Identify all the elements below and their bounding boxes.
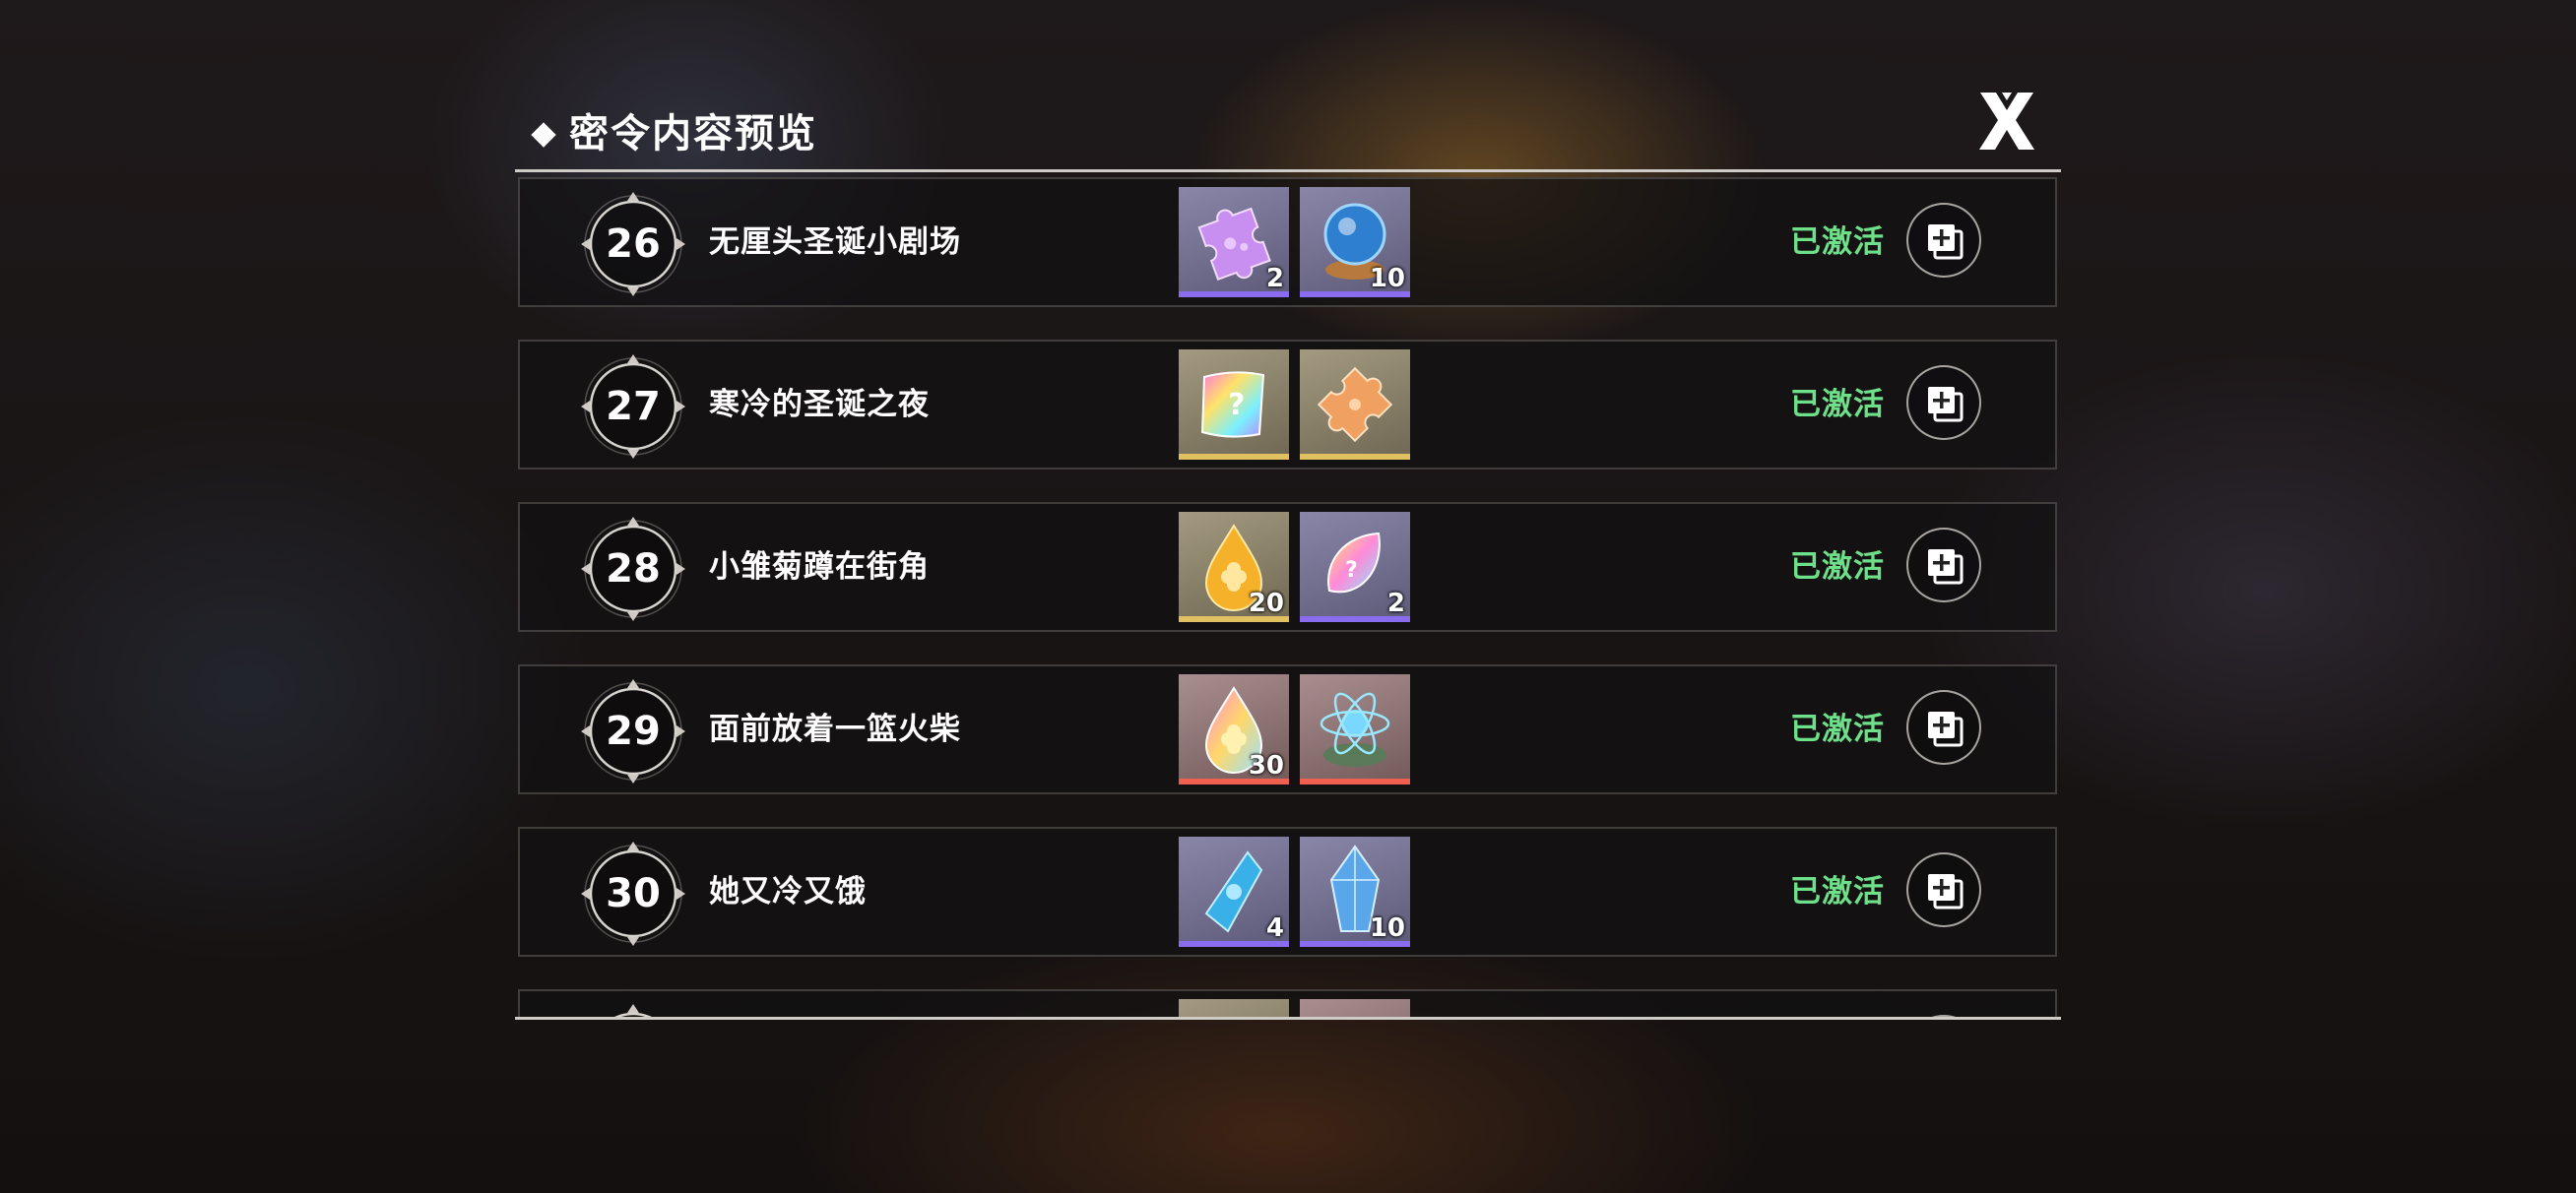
item-count: 20 bbox=[1248, 589, 1284, 618]
reward-item[interactable]: 30 bbox=[1179, 674, 1289, 785]
status-activated: 已激活 bbox=[1790, 387, 1885, 422]
status-activated: 已激活 bbox=[1790, 874, 1885, 910]
level-number: 29 bbox=[606, 709, 661, 754]
level-number: 30 bbox=[606, 871, 661, 916]
panel-header: 密令内容预览 bbox=[515, 93, 2061, 171]
add-button[interactable] bbox=[1906, 690, 1981, 765]
list-row: 28 小雏菊蹲在街角 20 ? 2 已激活 bbox=[518, 502, 2057, 632]
level-badge: 27 bbox=[581, 354, 685, 459]
rainbow-card-pack-icon: ? bbox=[1200, 371, 1265, 438]
orange-puzzle-piece-icon bbox=[1317, 366, 1393, 443]
reward-item[interactable]: 10 bbox=[1300, 187, 1410, 297]
level-badge: 30 bbox=[581, 842, 685, 946]
list-row-partial bbox=[518, 989, 2057, 1017]
panel-title: 密令内容预览 bbox=[569, 111, 817, 157]
svg-text:?: ? bbox=[1228, 388, 1245, 422]
reward-list[interactable]: 26 无厘头圣诞小剧场 2 10 已激活 27 寒冷的圣诞之夜 ? 已激活 28… bbox=[515, 175, 2061, 1017]
add-button[interactable] bbox=[1906, 852, 1981, 927]
rarity-bar bbox=[1300, 454, 1410, 460]
atom-orb-icon bbox=[1320, 692, 1390, 767]
add-copy-icon bbox=[1928, 387, 1964, 422]
add-button[interactable] bbox=[1906, 528, 1981, 602]
status-activated: 已激活 bbox=[1790, 549, 1885, 585]
list-row: 27 寒冷的圣诞之夜 ? 已激活 bbox=[518, 340, 2057, 470]
rarity-bar bbox=[1300, 779, 1410, 785]
item-count: 30 bbox=[1248, 751, 1284, 781]
reward-item[interactable] bbox=[1300, 674, 1410, 785]
add-button[interactable] bbox=[1906, 365, 1981, 440]
status-activated: 已激活 bbox=[1790, 224, 1885, 260]
status-activated: 已激活 bbox=[1790, 712, 1885, 747]
level-badge bbox=[581, 1004, 685, 1017]
reward-item[interactable]: 20 bbox=[1179, 512, 1289, 622]
list-row: 26 无厘头圣诞小剧场 2 10 已激活 bbox=[518, 177, 2057, 307]
preview-panel: 密令内容预览 26 无厘头圣诞小剧场 2 10 已激活 27 寒冷的圣诞之夜 ?… bbox=[515, 93, 2061, 1024]
compass-ring-icon bbox=[614, 1004, 652, 1017]
row-title: 面前放着一篮火柴 bbox=[709, 712, 961, 747]
reward-item[interactable] bbox=[1300, 349, 1410, 460]
list-row: 30 她又冷又饿 4 10 已激活 bbox=[518, 827, 2057, 957]
row-title: 她又冷又饿 bbox=[709, 874, 867, 910]
level-number: 27 bbox=[606, 384, 661, 429]
add-button[interactable] bbox=[1906, 203, 1981, 278]
svg-text:?: ? bbox=[1345, 558, 1358, 583]
level-badge: 29 bbox=[581, 679, 685, 784]
add-copy-icon bbox=[1928, 712, 1964, 747]
close-icon bbox=[1979, 93, 2034, 150]
rarity-bar bbox=[1179, 454, 1289, 460]
row-title: 无厘头圣诞小剧场 bbox=[709, 224, 961, 260]
item-count: 10 bbox=[1369, 264, 1405, 293]
reward-item[interactable] bbox=[1179, 999, 1289, 1017]
reward-item[interactable]: ? 2 bbox=[1300, 512, 1410, 622]
row-title: 小雏菊蹲在街角 bbox=[709, 549, 930, 585]
close-button[interactable] bbox=[1972, 87, 2041, 156]
footer-divider bbox=[515, 1017, 2061, 1020]
item-count: 2 bbox=[1386, 589, 1405, 618]
item-count: 4 bbox=[1265, 913, 1284, 943]
item-count: 2 bbox=[1265, 264, 1284, 293]
reward-item[interactable]: 4 bbox=[1179, 837, 1289, 947]
level-number: 28 bbox=[606, 546, 661, 592]
list-row: 29 面前放着一篮火柴 30 已激活 bbox=[518, 664, 2057, 794]
reward-item[interactable]: 2 bbox=[1179, 187, 1289, 297]
level-badge: 26 bbox=[581, 192, 685, 296]
add-copy-icon bbox=[1928, 549, 1964, 585]
reward-item[interactable]: 10 bbox=[1300, 837, 1410, 947]
level-badge: 28 bbox=[581, 517, 685, 621]
add-copy-icon bbox=[1928, 874, 1964, 910]
add-copy-icon bbox=[1928, 224, 1964, 260]
diamond-bullet-icon bbox=[531, 122, 556, 148]
row-title: 寒冷的圣诞之夜 bbox=[709, 387, 930, 422]
level-number: 26 bbox=[606, 221, 661, 267]
reward-item[interactable] bbox=[1300, 999, 1410, 1017]
header-divider bbox=[515, 169, 2061, 172]
item-count: 10 bbox=[1369, 913, 1405, 943]
reward-item[interactable]: ? bbox=[1179, 349, 1289, 460]
